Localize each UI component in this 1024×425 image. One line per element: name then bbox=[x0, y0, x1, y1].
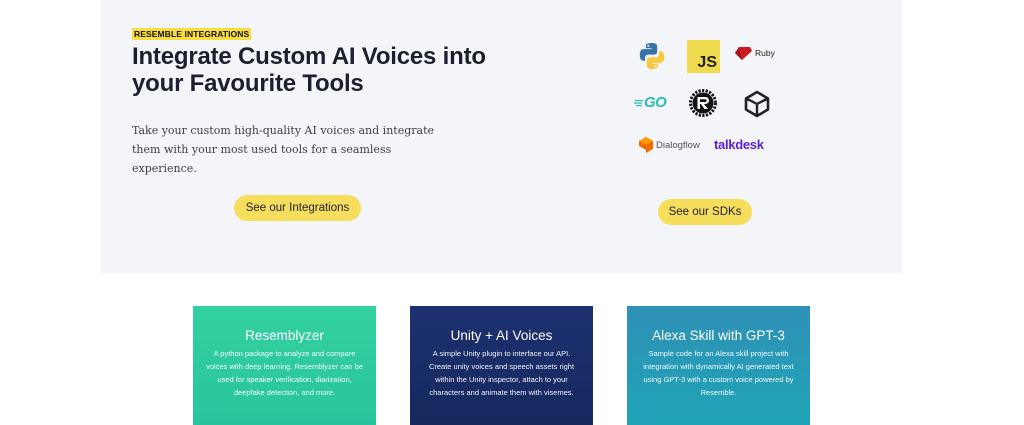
dialogflow-logo: Dialogflow bbox=[639, 137, 700, 153]
card-title: Resemblyzer bbox=[245, 328, 324, 343]
card-description: A simple Unity plugin to interface our A… bbox=[428, 349, 575, 397]
unity-ai-voices-card[interactable]: Unity + AI Voices A simple Unity plugin … bbox=[410, 306, 593, 425]
card-title: Alexa Skill with GPT-3 bbox=[652, 328, 785, 343]
resemblyzer-card[interactable]: Resemblyzer A python package to analyze … bbox=[193, 306, 376, 425]
see-sdks-button[interactable]: See our SDKs bbox=[658, 199, 752, 225]
go-logo: GO bbox=[634, 94, 667, 111]
go-logo-text: GO bbox=[644, 94, 667, 111]
hero-headline: Integrate Custom AI Voices into your Fav… bbox=[132, 43, 486, 97]
card-description: Sample code for an Alexa skill project w… bbox=[643, 349, 794, 397]
section-badge: RESEMBLE INTEGRATIONS bbox=[132, 28, 252, 40]
ruby-logo: Ruby bbox=[733, 45, 775, 61]
rust-logo-icon bbox=[688, 88, 718, 118]
python-logo-icon bbox=[637, 41, 667, 71]
alexa-skill-gpt3-card[interactable]: Alexa Skill with GPT-3 Sample code for a… bbox=[627, 306, 810, 425]
talkdesk-logo-text: talkdesk bbox=[714, 137, 764, 152]
dialogflow-icon bbox=[639, 137, 653, 153]
unity-logo-icon bbox=[742, 89, 772, 119]
javascript-logo-icon: JS bbox=[687, 40, 720, 73]
dialogflow-logo-text: Dialogflow bbox=[656, 139, 700, 151]
card-title: Unity + AI Voices bbox=[450, 328, 553, 343]
integrations-hero: RESEMBLE INTEGRATIONS Integrate Custom A… bbox=[101, 0, 902, 273]
see-integrations-button[interactable]: See our Integrations bbox=[234, 195, 361, 221]
go-speed-lines-icon bbox=[634, 99, 643, 106]
card-description: A python package to analyze and compare … bbox=[206, 349, 363, 397]
talkdesk-logo: talkdesk bbox=[714, 137, 764, 152]
hero-description: Take your custom high-quality AI voices … bbox=[132, 124, 435, 175]
ruby-gem-icon bbox=[735, 47, 752, 60]
ruby-logo-text: Ruby bbox=[755, 48, 775, 58]
js-logo-text: JS bbox=[697, 54, 717, 71]
